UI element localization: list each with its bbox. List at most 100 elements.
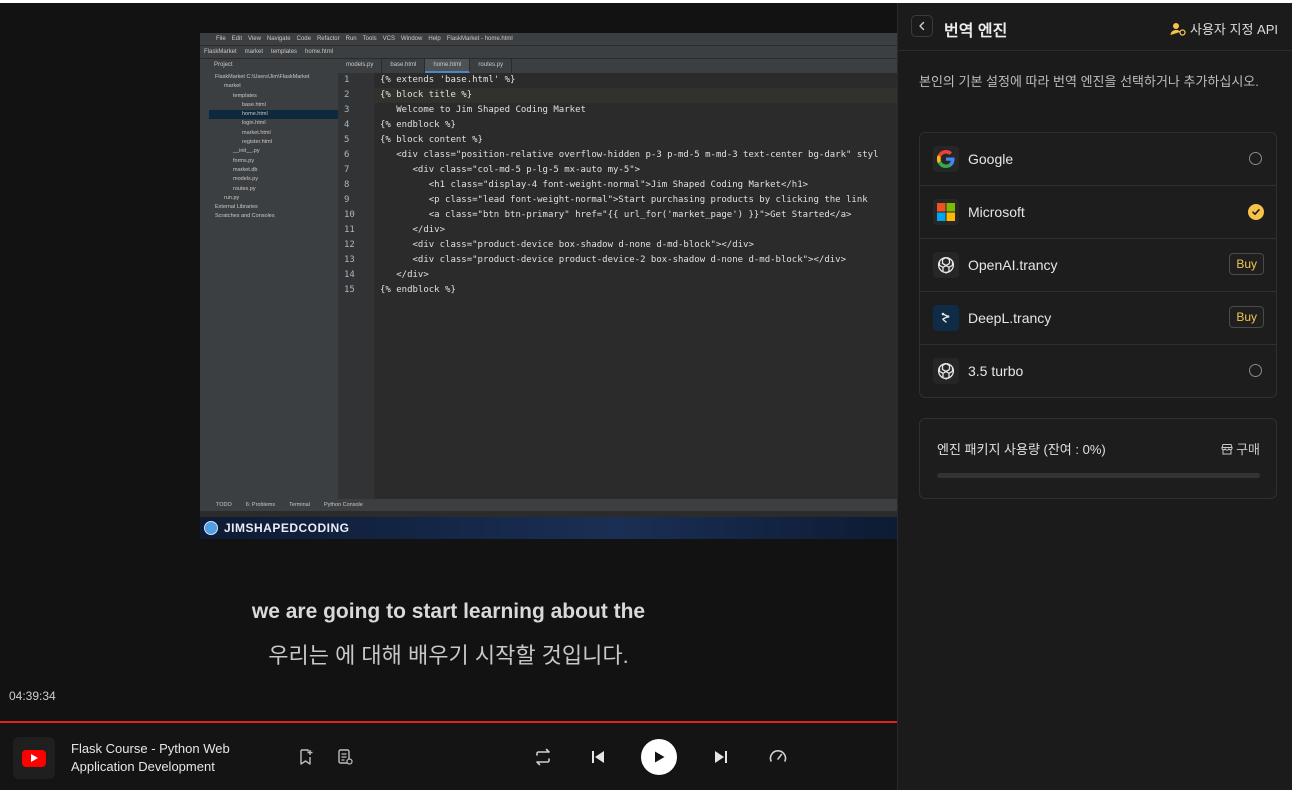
ide-tree-item: run.py — [224, 194, 240, 201]
ide-code-line: <a class="btn btn-primary" href="{{ url_… — [380, 210, 852, 220]
ide-code-line: <h1 class="display-4 font-weight-normal"… — [380, 180, 809, 190]
engine-radio-3-5-turbo[interactable] — [1249, 364, 1262, 377]
ide-code-line: <div class="product-device box-shadow d-… — [380, 240, 754, 250]
engine-name: 3.5 turbo — [968, 363, 1024, 379]
back-button[interactable] — [911, 15, 933, 37]
ide-line-number: 14 — [344, 270, 355, 280]
engine-item-deepl-trancy[interactable]: DeepL.trancy Buy — [920, 292, 1276, 345]
buy-button-deepl-trancy[interactable]: Buy — [1229, 306, 1264, 328]
ide-tree-item: External Libraries — [215, 204, 258, 211]
ide-line-number: 13 — [344, 255, 355, 265]
ide-line-number: 15 — [344, 285, 355, 295]
ide-menu-item: Navigate — [266, 36, 291, 42]
ide-code-line: </div> — [380, 225, 446, 235]
ide-tree-item: register.html — [242, 139, 272, 146]
ide-code-line: {% extends 'base.html' %} — [380, 75, 516, 85]
ide-line-number: 9 — [344, 195, 350, 205]
engine-name: Microsoft — [968, 204, 1025, 220]
ide-bottom-tab: 6: Problems — [245, 502, 276, 508]
ide-code-line: <div class="position-relative overflow-h… — [380, 150, 879, 160]
ide-tree-item: market — [224, 83, 241, 90]
usage-buy-button[interactable]: 구매 — [1221, 439, 1260, 458]
ide-breadcrumbs: FlaskMarket market templates home.html — [200, 45, 897, 58]
ide-tree-item: market.html — [242, 129, 271, 136]
ide-tree-item: login.html — [242, 120, 266, 127]
video-title: Flask Course - Python Web Application De… — [71, 741, 230, 774]
panel-title: 번역 엔진 — [944, 23, 1008, 40]
ide-menu-item: VCS — [382, 36, 396, 42]
buy-button-openai-trancy[interactable]: Buy — [1229, 253, 1264, 275]
usage-progress-track — [937, 473, 1260, 478]
custom-api-button[interactable]: 사용자 지정 API — [1170, 19, 1278, 38]
ide-menu-item: Help — [428, 36, 441, 42]
ide-line-number: 7 — [344, 165, 350, 175]
ide-code-line: {% endblock %} — [380, 285, 456, 295]
ide-tree-item: models.py — [233, 176, 259, 183]
loop-icon[interactable] — [528, 742, 558, 772]
ide-tab: base.html — [382, 59, 426, 73]
ide-menu-item: Run — [345, 36, 357, 42]
ide-bottom-tab: TODO — [216, 502, 232, 508]
ide-project-label: Project — [200, 59, 338, 73]
channel-banner-text: JIMSHAPEDCODING — [224, 521, 350, 535]
ide-line-number: 11 — [344, 225, 355, 235]
next-icon[interactable] — [706, 742, 736, 772]
translation-engine-panel: 번역 엔진 사용자 지정 API 본인의 기본 설정에 따라 번역 엔진을 선택… — [897, 3, 1292, 790]
previous-icon[interactable] — [583, 742, 613, 772]
engine-item-openai-trancy[interactable]: OpenAI.trancy Buy — [920, 239, 1276, 292]
subtitle-english[interactable]: we are going to start learning about the — [0, 600, 897, 624]
ide-tab: models.py — [338, 59, 383, 73]
google-icon — [933, 146, 959, 172]
ide-tree-item: Scratches and Consoles — [215, 213, 275, 220]
ide-breadcrumb-item: templates — [271, 49, 298, 55]
panel-description: 본인의 기본 설정에 따라 번역 엔진을 선택하거나 추가하십시오. — [919, 74, 1259, 89]
add-bookmark-icon[interactable] — [291, 742, 321, 772]
engine-name: OpenAI.trancy — [968, 257, 1058, 273]
custom-api-label: 사용자 지정 API — [1190, 22, 1278, 37]
ide-code-line: <p class="lead font-weight-normal">Start… — [380, 195, 868, 205]
ide-menu-item: Edit — [231, 36, 243, 42]
engine-item-microsoft[interactable]: Microsoft — [920, 186, 1276, 239]
video-area[interactable]: File Edit View Navigate Code Refactor Run Tools… — [0, 3, 897, 722]
ide-breadcrumb-item: market — [244, 49, 264, 55]
ide-code-line: <div class="col-md-5 p-lg-5 mx-auto my-5… — [380, 165, 641, 175]
ide-line-number: 2 — [344, 90, 350, 100]
ide-menu-item: View — [248, 36, 261, 42]
ide-menu-item: Tools — [362, 36, 377, 42]
ide-tree-item: FlaskMarket C:\Users\Jim\FlaskMarket — [215, 74, 310, 80]
engine-item-google[interactable]: Google — [920, 133, 1276, 186]
play-icon — [655, 751, 665, 763]
youtube-icon[interactable] — [13, 737, 55, 779]
ide-tree-item: templates — [233, 92, 257, 99]
ide-tree-item: __init__.py — [233, 148, 260, 155]
chevron-left-icon — [919, 21, 925, 31]
ide-line-number: 6 — [344, 150, 350, 160]
openai-icon — [933, 252, 959, 278]
store-icon — [1221, 443, 1233, 454]
subtitle-korean[interactable]: 우리는 에 대해 배우기 시작할 것입니다. — [0, 638, 897, 670]
selected-check-icon[interactable] — [1248, 204, 1264, 220]
ide-code-line: {% block content %} — [380, 135, 483, 145]
ide-tree-item: forms.py — [233, 157, 255, 164]
ide-bottom-tab: Python Console — [323, 502, 363, 508]
ide-bottom-tab: Terminal — [289, 502, 310, 508]
ide-code-line: <div class="product-device product-devic… — [380, 255, 847, 265]
ide-menu-item: FlaskMarket - home.html — [446, 36, 513, 42]
speed-icon[interactable] — [763, 742, 793, 772]
ide-breadcrumb-item: FlaskMarket — [204, 49, 237, 55]
ide-line-number: 8 — [344, 180, 350, 190]
ide-menu-item: Refactor — [316, 36, 340, 42]
play-button[interactable] — [641, 739, 677, 775]
video-timestamp: 04:39:34 — [9, 689, 56, 703]
ide-line-number: 1 — [344, 75, 350, 85]
transcript-icon[interactable] — [330, 742, 360, 772]
player-bar: Flask Course - Python Web Application De… — [0, 723, 897, 790]
ide-tree-item: routes.py — [233, 185, 256, 192]
panel-header: 번역 엔진 사용자 지정 API — [898, 3, 1292, 51]
video-frame-ide: File Edit View Navigate Code Refactor Run Tools… — [200, 33, 897, 539]
ide-project-tree: FlaskMarket C:\Users\Jim\FlaskMarket mark… — [209, 73, 338, 499]
engine-name: Google — [968, 151, 1014, 167]
engine-item-3-5-turbo[interactable]: 3.5 turbo — [920, 345, 1276, 397]
engine-radio-google[interactable] — [1249, 152, 1262, 165]
ide-menu-item: Window — [401, 36, 423, 42]
